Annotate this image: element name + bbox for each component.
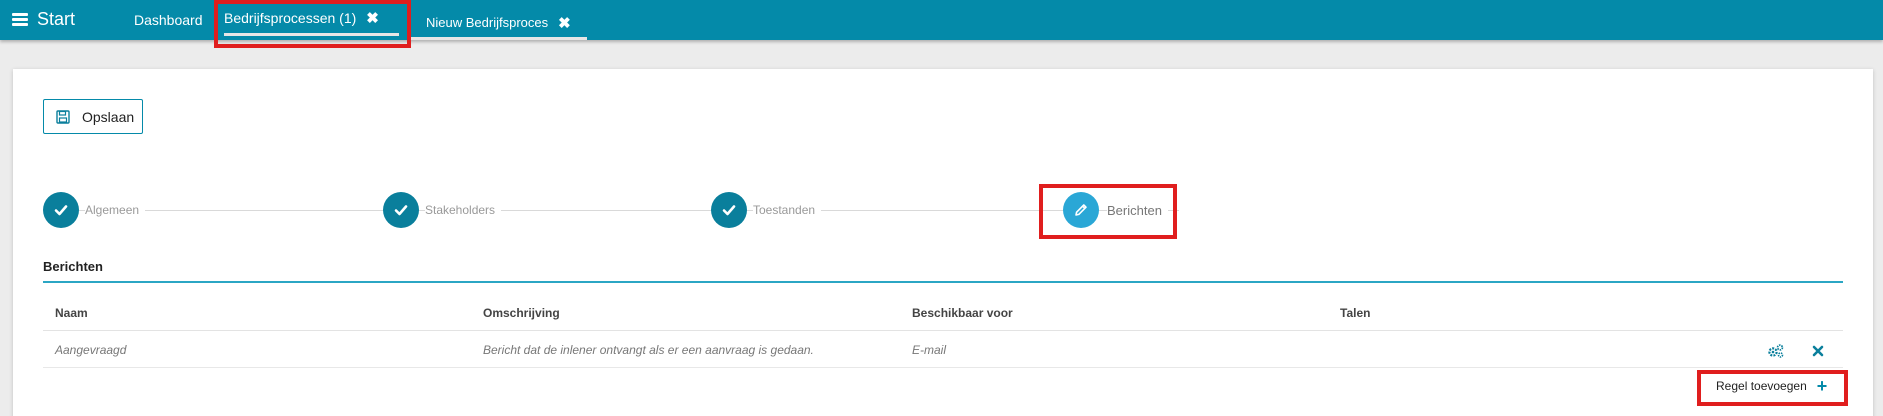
cell-naam: Aangevraagd [55,343,127,357]
step-label: Toestanden [753,203,822,217]
delete-x-icon [1812,345,1824,357]
check-icon [722,205,736,216]
check-icon [394,205,408,216]
tab-dashboard[interactable]: Dashboard [134,0,203,40]
add-row-label: Regel toevoegen [1716,379,1807,393]
close-icon[interactable]: ✖ [558,14,571,32]
row-settings-button[interactable] [1767,342,1785,360]
tab-bedrijfsprocessen-label: Bedrijfsprocessen (1) [224,10,357,26]
close-icon[interactable]: ✖ [366,9,379,27]
step-completed-circle [711,192,747,228]
step-berichten[interactable]: Berichten [1063,192,1168,228]
cell-omschrijving: Bericht dat de inlener ontvangt als er e… [483,343,814,357]
step-label: Algemeen [85,203,146,217]
wizard-stepper: Algemeen Stakeholders Toestanden Bericht… [43,192,1843,228]
main-content-card: Opslaan Algemeen Stakeholders Toestanden [13,69,1873,416]
start-label: Start [37,8,76,29]
step-algemeen[interactable]: Algemeen [43,192,146,228]
hamburger-menu-icon [12,12,28,26]
step-active-circle [1063,192,1099,228]
column-header-beschikbaar-voor: Beschikbaar voor [912,306,1013,320]
section-title: Berichten [43,259,103,274]
pencil-icon [1075,204,1087,216]
tab-dashboard-label: Dashboard [134,12,203,28]
plus-icon: + [1816,376,1828,396]
check-icon [54,205,68,216]
step-completed-circle [43,192,79,228]
column-header-naam: Naam [55,306,88,320]
top-navigation-bar: Start Dashboard Bedrijfsprocessen (1) ✖ … [0,0,1883,40]
tab-bedrijfsprocessen[interactable]: Bedrijfsprocessen (1) ✖ [224,3,399,36]
floppy-disk-icon [56,109,70,124]
settings-gears-icon [1768,344,1784,358]
tab-nieuw-bedrijfsproces-label: Nieuw Bedrijfsproces [426,15,549,30]
step-label: Berichten [1107,202,1168,218]
column-header-talen: Talen [1340,306,1371,320]
table-header-divider [43,330,1843,331]
step-completed-circle [383,192,419,228]
cell-beschikbaar-voor: E-mail [912,343,947,357]
start-menu-button[interactable]: Start [12,6,75,32]
tab-nieuw-bedrijfsproces[interactable]: Nieuw Bedrijfsproces ✖ [410,8,587,40]
row-delete-button[interactable] [1809,342,1827,360]
column-header-omschrijving: Omschrijving [483,306,560,320]
stepper-connector-line [79,210,1179,211]
step-stakeholders[interactable]: Stakeholders [383,192,502,228]
step-toestanden[interactable]: Toestanden [711,192,822,228]
table-row-divider [43,367,1843,368]
section-divider [43,281,1843,283]
step-label: Stakeholders [425,203,502,217]
save-button[interactable]: Opslaan [43,99,143,134]
save-button-label: Opslaan [82,108,135,125]
add-row-button[interactable]: Regel toevoegen + [1716,376,1827,396]
